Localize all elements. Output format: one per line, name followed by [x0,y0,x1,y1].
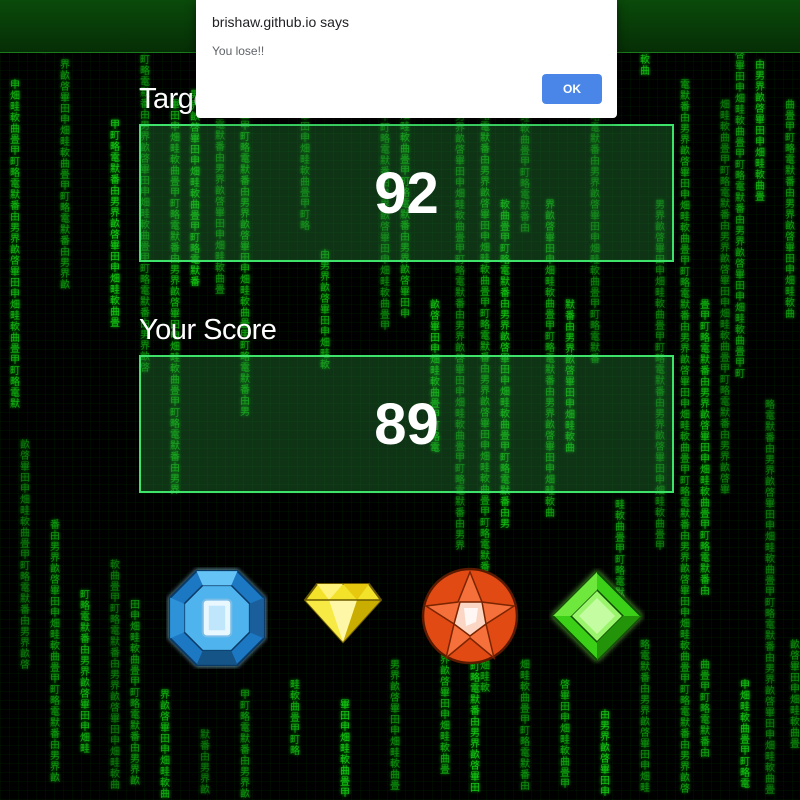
green-square-gem-icon[interactable] [549,568,645,669]
target-score-value: 92 [374,160,439,226]
blue-octagon-gem-icon[interactable] [166,567,268,674]
orange-round-gem-icon[interactable] [420,566,520,671]
yellow-diamond-gem-icon[interactable] [303,580,383,651]
your-score-value: 89 [374,391,439,457]
your-score-box: 89 [139,355,674,493]
alert-dialog: brishaw.github.io says You lose!! OK [196,0,617,118]
dialog-message: You lose!! [212,44,265,58]
dialog-title: brishaw.github.io says [212,14,349,30]
your-score-label: Your Score [139,314,277,346]
target-score-box: 92 [139,124,674,262]
ok-button[interactable]: OK [542,74,602,104]
